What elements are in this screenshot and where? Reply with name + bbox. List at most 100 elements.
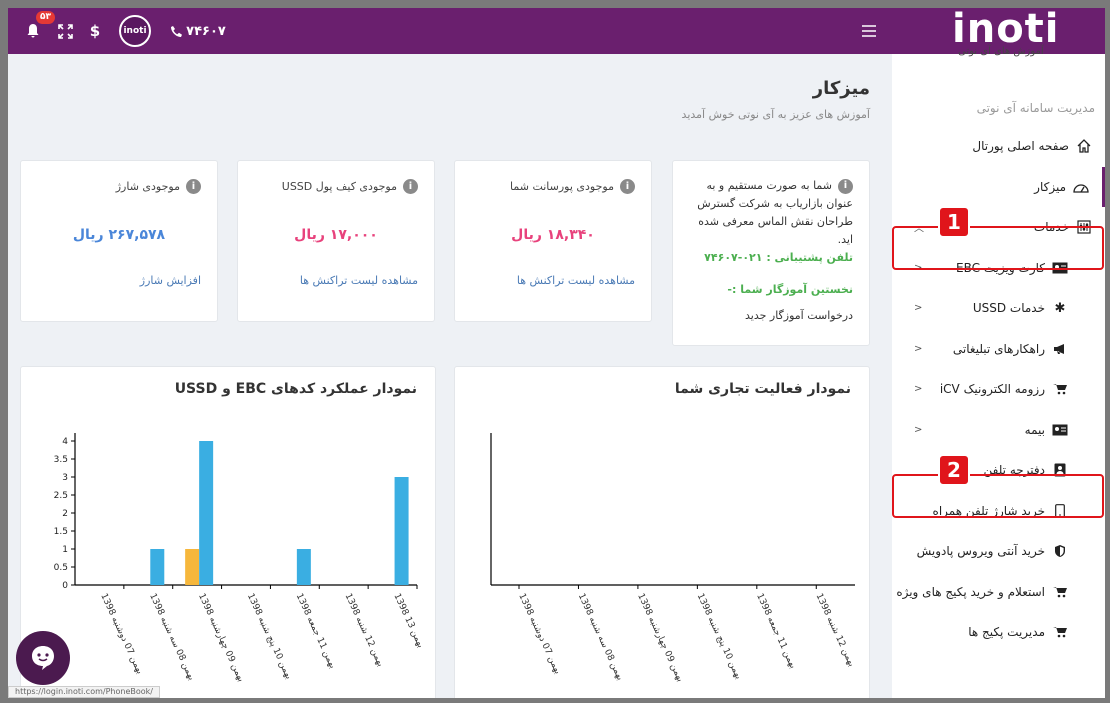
phone-number: ۷۴۶۰۷	[186, 23, 226, 39]
x-tick-label: 1398 بهمن 10 پنج شنبه	[695, 592, 744, 681]
chat-face-icon	[32, 646, 54, 670]
y-tick-label: 2	[62, 509, 68, 519]
y-tick-label: 1.5	[54, 527, 68, 537]
sidebar-item-ussd[interactable]: ✱ خدمات USSD <	[892, 288, 1105, 329]
menu-toggle-button[interactable]	[858, 8, 880, 54]
info-icon: i	[620, 179, 635, 194]
request-trainer-link[interactable]: درخواست آموزگار جدید	[745, 309, 853, 322]
sidebar-item-label: صفحه اصلی پورتال	[972, 139, 1069, 154]
sidebar-item-antivirus[interactable]: خرید آنتی ویروس پادویش	[892, 531, 1105, 572]
inoti-small-logo: inoti	[119, 15, 151, 47]
transactions-link[interactable]: مشاهده لیست تراکنش ها	[517, 274, 635, 287]
commission-card: i موجودی پورسانت شما ۱۸,۳۴۰ ریال مشاهده ل…	[454, 160, 652, 322]
sidebar-item-label: بیمه	[1024, 422, 1045, 437]
charge-balance-card: i موجودی شارژ ۲۶۷,۵۷۸ ریال افزایش شارژ	[20, 160, 218, 322]
gear-icon: ✱	[1054, 300, 1066, 316]
y-tick-label: 3.5	[54, 455, 68, 465]
sidebar-item-label: خدمات USSD	[972, 301, 1045, 316]
y-tick-label: 1	[62, 545, 68, 555]
chevron-left-icon: <	[914, 343, 923, 355]
sidebar-header: مدیریت سامانه آی نوتی	[976, 101, 1095, 115]
ussd-wallet-card: i موجودی کیف پول USSD ۱۷,۰۰۰ ریال مشاهده …	[237, 160, 435, 322]
sidebar-item-insurance[interactable]: بیمه <	[892, 410, 1105, 451]
sidebar: مدیریت سامانه آی نوتی صفحه اصلی پورتال م…	[892, 68, 1105, 698]
transactions-link[interactable]: مشاهده لیست تراکنش ها	[300, 274, 418, 287]
increase-charge-link[interactable]: افزایش شارژ	[140, 274, 201, 287]
ebc-ussd-chart-card: نمودار عملکرد کدهای EBC و USSD 0 0.5 1 1.5 2…	[20, 366, 436, 698]
x-tick-label: 1398 بهمن 08 سه شنبه	[147, 592, 196, 682]
y-tick-label: 2.5	[54, 491, 68, 501]
sidebar-item-packages[interactable]: استعلام و خرید پکیج های ویژه	[892, 572, 1105, 613]
x-tick-label: 1398 بهمن 07 دوشنبه	[98, 592, 144, 676]
x-tick-label: 1398 بهمن 11 جمعه	[754, 592, 798, 670]
bar	[199, 441, 214, 585]
card-title: موجودی کیف پول USSD	[281, 180, 397, 193]
x-tick-label: 1398 بهمن 09 چهارشنبه	[635, 592, 685, 683]
phone-icon	[171, 25, 183, 37]
dollar-icon[interactable]: $	[86, 8, 104, 54]
home-icon	[1075, 138, 1093, 154]
highlight-phonebook	[892, 474, 1104, 518]
info-icon: i	[838, 178, 853, 194]
bell-icon	[27, 24, 39, 38]
x-tick-label: 1398 بهمن 13	[391, 592, 425, 650]
sidebar-item-icv[interactable]: رزومه الکترونیک iCV <	[892, 369, 1105, 410]
main-content: میزکار آموزش های عزیز به آی نوتی خوش آمد…	[8, 54, 892, 698]
cart-icon	[1051, 584, 1069, 600]
card-title: موجودی پورسانت شما	[510, 180, 614, 193]
first-trainer-text: نخستین آموزگار شما :-	[727, 283, 853, 296]
cart-icon	[1051, 381, 1069, 397]
ebc-ussd-chart: 00.511.522.533.541398 بهمن 07 دوشنبه1398…	[54, 433, 425, 684]
chat-button[interactable]	[16, 631, 70, 685]
x-tick-label: 1398 بهمن 08 سه شنبه	[576, 592, 625, 682]
y-tick-label: 4	[62, 437, 68, 447]
info-icon: i	[403, 179, 418, 194]
charge-value: ۲۶۷,۵۷۸ ریال	[72, 227, 166, 243]
marker-1: 1	[938, 206, 970, 238]
brand-area: inoti آموزش های آی نوتی	[892, 8, 1105, 68]
bar	[296, 549, 311, 585]
browser-frame: ۵۳ $ inoti ۷۴۶۰۷ inoti آموزش های آی نوتی…	[8, 8, 1105, 698]
page-subtitle: آموزش های عزیز به آی نوتی خوش آمدید	[681, 108, 870, 121]
sidebar-item-home[interactable]: صفحه اصلی پورتال	[892, 126, 1105, 167]
sidebar-item-label: راهکارهای تبلیغاتی	[952, 341, 1045, 356]
commission-value: ۱۸,۳۴۰ ریال	[511, 227, 595, 243]
support-phone: ۷۴۶۰۷	[168, 8, 228, 54]
fullscreen-button[interactable]	[54, 8, 76, 54]
info-icon: i	[186, 179, 201, 194]
profile-logo[interactable]: inoti	[118, 8, 152, 54]
dashboard-icon	[1072, 179, 1090, 195]
cart-icon	[1051, 624, 1069, 640]
top-bar: ۵۳ $ inoti ۷۴۶۰۷	[8, 8, 892, 54]
megaphone-icon	[1051, 341, 1069, 357]
status-bar-url: https://login.inoti.com/PhoneBook/	[8, 686, 160, 698]
sidebar-item-ads[interactable]: راهکارهای تبلیغاتی <	[892, 329, 1105, 370]
highlight-services	[892, 226, 1104, 270]
intro-card: iشما به صورت مستقیم و به عنوان بازاریاب …	[672, 160, 870, 346]
y-tick-label: 0.5	[54, 563, 68, 573]
card-title: موجودی شارژ	[115, 180, 180, 193]
sidebar-item-dashboard[interactable]: میزکار	[892, 166, 1105, 207]
business-activity-chart: 1398 بهمن 07 دوشنبه1398 بهمن 08 سه شنبه1…	[490, 433, 857, 684]
ussd-wallet-value: ۱۷,۰۰۰ ریال	[294, 227, 378, 243]
x-tick-label: 1398 بهمن 10 پنج شنبه	[245, 592, 294, 681]
y-tick-label: 3	[62, 473, 68, 483]
notification-bell[interactable]: ۵۳	[22, 8, 55, 54]
card-icon	[1051, 422, 1069, 438]
x-tick-label: 1398 بهمن 11 جمعه	[294, 592, 338, 670]
chevron-left-icon: <	[914, 302, 923, 314]
bar	[185, 549, 200, 585]
support-phone-text: تلفن پشتیبانی : ۰۲۱-۷۴۶۰۷	[704, 251, 853, 264]
chevron-left-icon: <	[914, 424, 923, 436]
y-tick-label: 0	[62, 581, 68, 591]
brand-subtitle: آموزش های آی نوتی	[958, 46, 1044, 57]
expand-icon	[57, 23, 73, 39]
x-tick-label: 1398 بهمن 12 شنبه	[814, 592, 857, 668]
sidebar-item-manage-packages[interactable]: مدیریت پکیج ها	[892, 612, 1105, 653]
sidebar-item-label: استعلام و خرید پکیج های ویژه	[896, 584, 1045, 599]
sidebar-item-label: رزومه الکترونیک iCV	[939, 382, 1045, 397]
bar	[150, 549, 165, 585]
shield-icon	[1051, 543, 1069, 559]
x-tick-label: 1398 بهمن 09 چهارشنبه	[196, 592, 246, 683]
notification-count-badge: ۵۳	[36, 11, 55, 24]
